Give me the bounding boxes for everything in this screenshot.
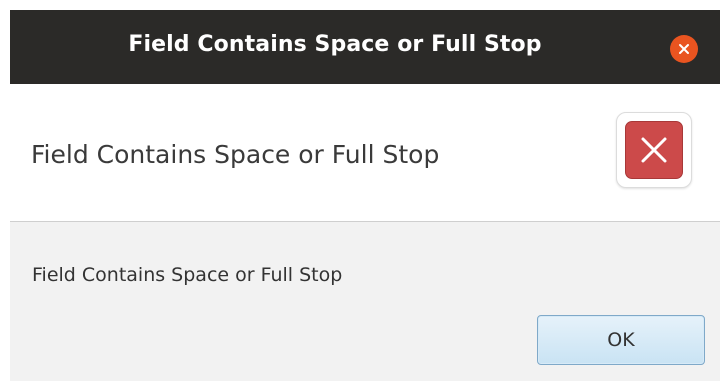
- error-icon-frame: [616, 112, 692, 188]
- close-icon: [679, 44, 689, 54]
- window-title: Field Contains Space or Full Stop: [128, 32, 542, 57]
- message-text: Field Contains Space or Full Stop: [32, 264, 343, 286]
- error-dialog: Field Contains Space or Full Stop Field …: [10, 10, 720, 381]
- close-button[interactable]: [670, 35, 698, 63]
- dialog-header: Field Contains Space or Full Stop: [10, 84, 720, 222]
- ok-button[interactable]: OK: [537, 315, 705, 365]
- title-bar[interactable]: Field Contains Space or Full Stop: [10, 10, 720, 84]
- x-mark-icon: [641, 137, 667, 163]
- header-separator: [10, 221, 720, 222]
- header-text: Field Contains Space or Full Stop: [31, 140, 440, 169]
- error-icon: [625, 121, 683, 179]
